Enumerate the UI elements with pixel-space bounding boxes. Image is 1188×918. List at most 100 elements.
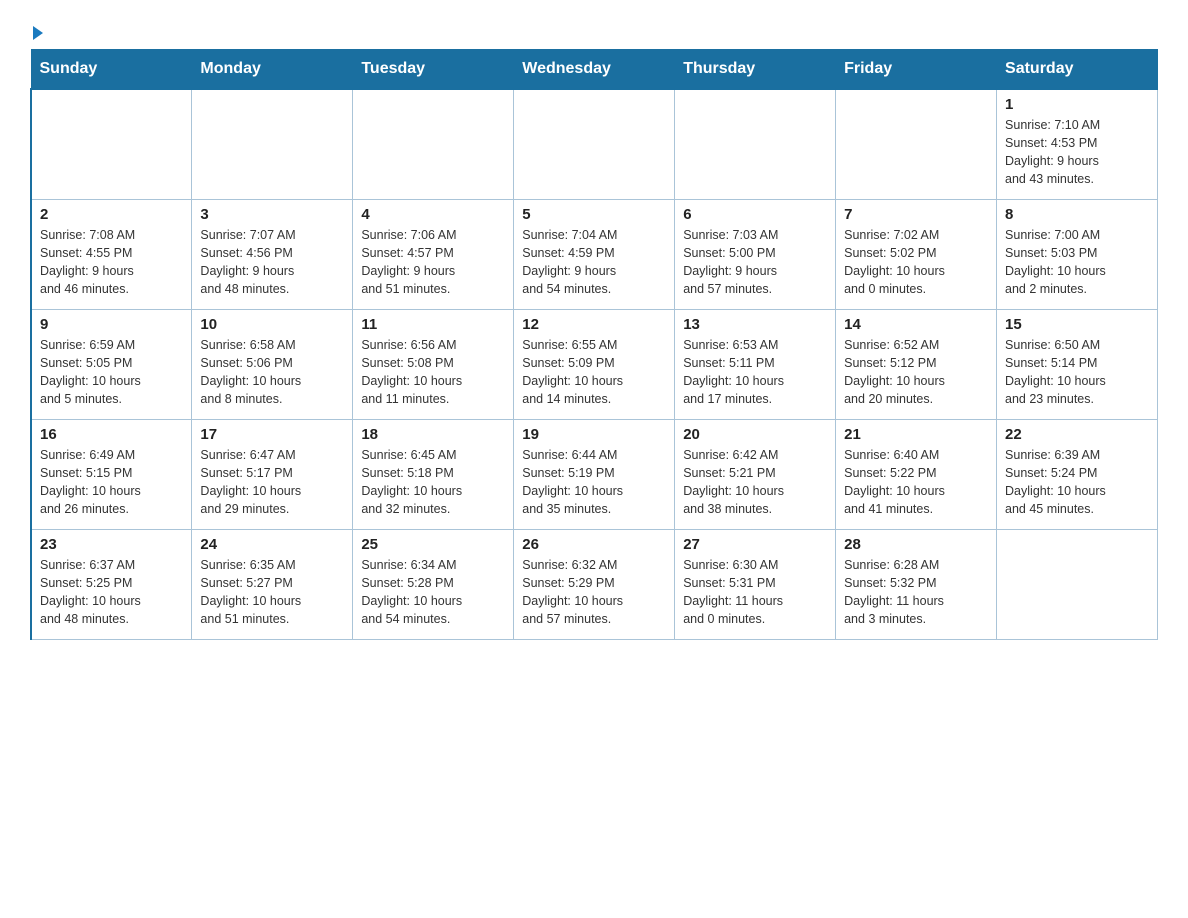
day-number: 9 bbox=[40, 316, 183, 333]
day-info: Sunrise: 6:34 AMSunset: 5:28 PMDaylight:… bbox=[361, 556, 505, 629]
day-info: Sunrise: 6:59 AMSunset: 5:05 PMDaylight:… bbox=[40, 336, 183, 409]
calendar-day-header: Saturday bbox=[997, 50, 1158, 90]
calendar-week-row: 1 Sunrise: 7:10 AMSunset: 4:53 PMDaylight… bbox=[31, 89, 1158, 199]
calendar-cell: 16 Sunrise: 6:49 AMSunset: 5:15 PMDayligh… bbox=[31, 419, 192, 529]
day-number: 18 bbox=[361, 426, 505, 443]
calendar-week-row: 9 Sunrise: 6:59 AMSunset: 5:05 PMDaylight… bbox=[31, 309, 1158, 419]
calendar-day-header: Thursday bbox=[675, 50, 836, 90]
day-number: 12 bbox=[522, 316, 666, 333]
calendar-cell bbox=[353, 89, 514, 199]
day-info: Sunrise: 6:32 AMSunset: 5:29 PMDaylight:… bbox=[522, 556, 666, 629]
day-info: Sunrise: 6:35 AMSunset: 5:27 PMDaylight:… bbox=[200, 556, 344, 629]
day-number: 1 bbox=[1005, 96, 1149, 113]
calendar-cell: 15 Sunrise: 6:50 AMSunset: 5:14 PMDayligh… bbox=[997, 309, 1158, 419]
calendar-day-header: Tuesday bbox=[353, 50, 514, 90]
day-info: Sunrise: 6:49 AMSunset: 5:15 PMDaylight:… bbox=[40, 446, 183, 519]
day-number: 7 bbox=[844, 206, 988, 223]
calendar-cell bbox=[192, 89, 353, 199]
calendar-cell: 20 Sunrise: 6:42 AMSunset: 5:21 PMDayligh… bbox=[675, 419, 836, 529]
calendar-week-row: 16 Sunrise: 6:49 AMSunset: 5:15 PMDayligh… bbox=[31, 419, 1158, 529]
day-number: 2 bbox=[40, 206, 183, 223]
calendar-cell: 25 Sunrise: 6:34 AMSunset: 5:28 PMDayligh… bbox=[353, 529, 514, 639]
day-number: 21 bbox=[844, 426, 988, 443]
day-number: 22 bbox=[1005, 426, 1149, 443]
calendar-cell: 11 Sunrise: 6:56 AMSunset: 5:08 PMDayligh… bbox=[353, 309, 514, 419]
calendar-day-header: Monday bbox=[192, 50, 353, 90]
day-info: Sunrise: 6:56 AMSunset: 5:08 PMDaylight:… bbox=[361, 336, 505, 409]
calendar-cell: 21 Sunrise: 6:40 AMSunset: 5:22 PMDayligh… bbox=[836, 419, 997, 529]
day-info: Sunrise: 6:47 AMSunset: 5:17 PMDaylight:… bbox=[200, 446, 344, 519]
day-number: 6 bbox=[683, 206, 827, 223]
day-info: Sunrise: 7:03 AMSunset: 5:00 PMDaylight:… bbox=[683, 226, 827, 299]
calendar-cell: 10Sunrise: 6:58 AMSunset: 5:06 PMDayligh… bbox=[192, 309, 353, 419]
day-number: 16 bbox=[40, 426, 183, 443]
day-number: 23 bbox=[40, 536, 183, 553]
day-info: Sunrise: 6:45 AMSunset: 5:18 PMDaylight:… bbox=[361, 446, 505, 519]
calendar-day-header: Wednesday bbox=[514, 50, 675, 90]
page-header bbox=[30, 20, 1158, 39]
calendar-cell: 12 Sunrise: 6:55 AMSunset: 5:09 PMDayligh… bbox=[514, 309, 675, 419]
calendar-cell: 1 Sunrise: 7:10 AMSunset: 4:53 PMDaylight… bbox=[997, 89, 1158, 199]
calendar-table: SundayMondayTuesdayWednesdayThursdayFrid… bbox=[30, 49, 1158, 640]
day-info: Sunrise: 7:08 AMSunset: 4:55 PMDaylight:… bbox=[40, 226, 183, 299]
day-info: Sunrise: 6:52 AMSunset: 5:12 PMDaylight:… bbox=[844, 336, 988, 409]
calendar-cell: 27 Sunrise: 6:30 AMSunset: 5:31 PMDayligh… bbox=[675, 529, 836, 639]
day-number: 4 bbox=[361, 206, 505, 223]
day-info: Sunrise: 6:53 AMSunset: 5:11 PMDaylight:… bbox=[683, 336, 827, 409]
day-number: 24 bbox=[200, 536, 344, 553]
day-info: Sunrise: 7:07 AMSunset: 4:56 PMDaylight:… bbox=[200, 226, 344, 299]
calendar-day-header: Friday bbox=[836, 50, 997, 90]
calendar-cell: 2 Sunrise: 7:08 AMSunset: 4:55 PMDaylight… bbox=[31, 199, 192, 309]
day-info: Sunrise: 6:30 AMSunset: 5:31 PMDaylight:… bbox=[683, 556, 827, 629]
calendar-cell: 24 Sunrise: 6:35 AMSunset: 5:27 PMDayligh… bbox=[192, 529, 353, 639]
calendar-cell: 23 Sunrise: 6:37 AMSunset: 5:25 PMDayligh… bbox=[31, 529, 192, 639]
calendar-cell: 19Sunrise: 6:44 AMSunset: 5:19 PMDayligh… bbox=[514, 419, 675, 529]
day-info: Sunrise: 6:50 AMSunset: 5:14 PMDaylight:… bbox=[1005, 336, 1149, 409]
day-info: Sunrise: 6:55 AMSunset: 5:09 PMDaylight:… bbox=[522, 336, 666, 409]
calendar-cell: 3 Sunrise: 7:07 AMSunset: 4:56 PMDaylight… bbox=[192, 199, 353, 309]
calendar-cell: 18 Sunrise: 6:45 AMSunset: 5:18 PMDayligh… bbox=[353, 419, 514, 529]
day-info: Sunrise: 6:58 AMSunset: 5:06 PMDaylight:… bbox=[200, 336, 344, 409]
calendar-week-row: 2 Sunrise: 7:08 AMSunset: 4:55 PMDaylight… bbox=[31, 199, 1158, 309]
calendar-cell: 9 Sunrise: 6:59 AMSunset: 5:05 PMDaylight… bbox=[31, 309, 192, 419]
calendar-cell: 8 Sunrise: 7:00 AMSunset: 5:03 PMDaylight… bbox=[997, 199, 1158, 309]
calendar-cell bbox=[31, 89, 192, 199]
calendar-cell: 13 Sunrise: 6:53 AMSunset: 5:11 PMDayligh… bbox=[675, 309, 836, 419]
calendar-cell: 4 Sunrise: 7:06 AMSunset: 4:57 PMDaylight… bbox=[353, 199, 514, 309]
day-info: Sunrise: 7:06 AMSunset: 4:57 PMDaylight:… bbox=[361, 226, 505, 299]
calendar-cell: 17 Sunrise: 6:47 AMSunset: 5:17 PMDayligh… bbox=[192, 419, 353, 529]
day-info: Sunrise: 7:00 AMSunset: 5:03 PMDaylight:… bbox=[1005, 226, 1149, 299]
day-number: 13 bbox=[683, 316, 827, 333]
calendar-cell bbox=[675, 89, 836, 199]
calendar-cell: 14 Sunrise: 6:52 AMSunset: 5:12 PMDayligh… bbox=[836, 309, 997, 419]
calendar-week-row: 23 Sunrise: 6:37 AMSunset: 5:25 PMDayligh… bbox=[31, 529, 1158, 639]
logo bbox=[30, 20, 43, 39]
calendar-cell: 28 Sunrise: 6:28 AMSunset: 5:32 PMDayligh… bbox=[836, 529, 997, 639]
day-number: 8 bbox=[1005, 206, 1149, 223]
day-number: 28 bbox=[844, 536, 988, 553]
day-number: 14 bbox=[844, 316, 988, 333]
day-number: 3 bbox=[200, 206, 344, 223]
day-number: 11 bbox=[361, 316, 505, 333]
day-number: 17 bbox=[200, 426, 344, 443]
calendar-cell: 22Sunrise: 6:39 AMSunset: 5:24 PMDayligh… bbox=[997, 419, 1158, 529]
day-number: 5 bbox=[522, 206, 666, 223]
calendar-cell bbox=[514, 89, 675, 199]
day-info: Sunrise: 6:37 AMSunset: 5:25 PMDaylight:… bbox=[40, 556, 183, 629]
day-info: Sunrise: 6:40 AMSunset: 5:22 PMDaylight:… bbox=[844, 446, 988, 519]
day-number: 27 bbox=[683, 536, 827, 553]
calendar-cell bbox=[997, 529, 1158, 639]
calendar-cell: 5Sunrise: 7:04 AMSunset: 4:59 PMDaylight… bbox=[514, 199, 675, 309]
calendar-cell: 26 Sunrise: 6:32 AMSunset: 5:29 PMDayligh… bbox=[514, 529, 675, 639]
day-number: 25 bbox=[361, 536, 505, 553]
calendar-cell bbox=[836, 89, 997, 199]
day-info: Sunrise: 7:02 AMSunset: 5:02 PMDaylight:… bbox=[844, 226, 988, 299]
day-info: Sunrise: 6:42 AMSunset: 5:21 PMDaylight:… bbox=[683, 446, 827, 519]
day-number: 26 bbox=[522, 536, 666, 553]
day-number: 20 bbox=[683, 426, 827, 443]
calendar-cell: 6 Sunrise: 7:03 AMSunset: 5:00 PMDaylight… bbox=[675, 199, 836, 309]
logo-arrow-icon bbox=[33, 26, 43, 40]
day-number: 15 bbox=[1005, 316, 1149, 333]
day-info: Sunrise: 7:10 AMSunset: 4:53 PMDaylight:… bbox=[1005, 116, 1149, 189]
day-info: Sunrise: 6:28 AMSunset: 5:32 PMDaylight:… bbox=[844, 556, 988, 629]
